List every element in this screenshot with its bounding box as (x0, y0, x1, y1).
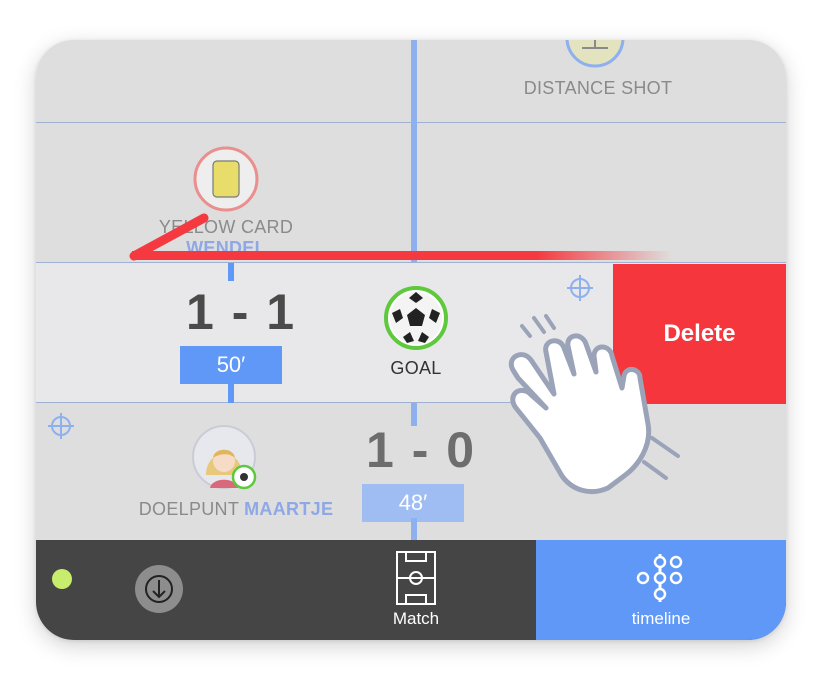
hand-swipe-icon (508, 314, 680, 494)
app-screen: DISTANCE SHOT YELLOW CARD WENDEL DOELPUN… (36, 40, 786, 640)
